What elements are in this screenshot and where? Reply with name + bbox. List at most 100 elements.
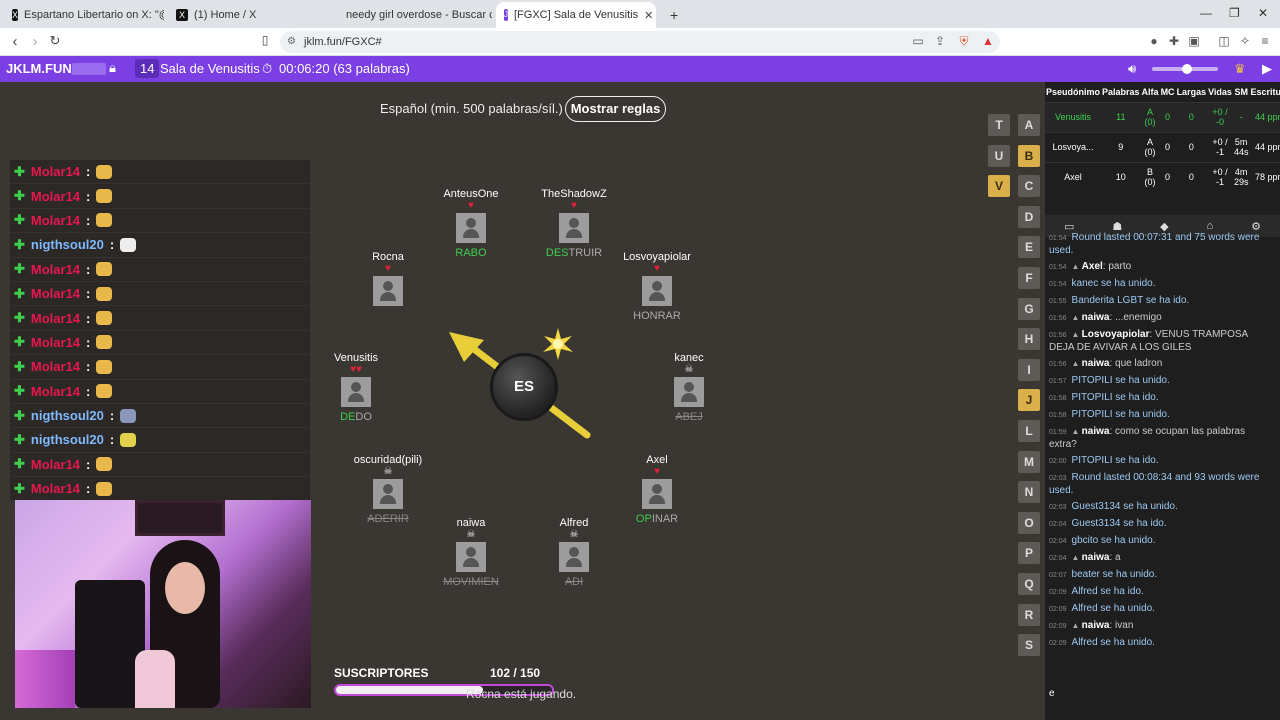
chat-username[interactable]: Molar14 — [31, 213, 80, 228]
table-cell: Venusitis — [1045, 101, 1102, 132]
avatar[interactable] — [642, 276, 672, 306]
message-text: ...enemigo — [1115, 312, 1162, 323]
word-suffix: DO — [355, 411, 372, 423]
chat-username[interactable]: Molar14 — [31, 311, 80, 326]
close-icon[interactable]: ✕ — [644, 9, 653, 22]
message-time: 02:03 — [1049, 475, 1067, 482]
avatar[interactable] — [559, 213, 589, 243]
emote-icon — [96, 359, 113, 374]
message-time: 02:07 — [1049, 572, 1067, 579]
chat-username[interactable]: Molar14 — [31, 286, 80, 301]
user-icon: ▲ — [1071, 313, 1082, 322]
avatar[interactable] — [642, 479, 672, 509]
plus-icon: ✚ — [14, 212, 25, 228]
message-user[interactable]: naiwa — [1082, 426, 1110, 437]
show-rules-button[interactable]: Mostrar reglas — [565, 96, 666, 122]
message-text: PITOPILI se ha ido. — [1071, 392, 1159, 403]
message-user[interactable]: naiwa — [1082, 552, 1110, 563]
reload-icon[interactable]: ↻ — [46, 33, 64, 49]
crown-icon[interactable]: ♛ — [1234, 61, 1246, 77]
settings-tab-icon[interactable]: ⚙ — [1251, 220, 1261, 233]
wallet-icon[interactable]: ✧ — [1238, 34, 1252, 48]
table-cell: 0 — [1175, 101, 1208, 132]
chat-message: 02:04 Guest3134 se ha ido. — [1049, 518, 1274, 531]
chat-username[interactable]: nigthsoul20 — [31, 237, 104, 252]
chat-tab-icon[interactable]: ▭ — [1064, 220, 1074, 233]
puzzle-icon[interactable]: ✚ — [1167, 34, 1181, 48]
table-cell: 0 — [1159, 131, 1176, 162]
capture-icon[interactable]: ▣ — [1187, 34, 1201, 48]
avatar[interactable] — [456, 542, 486, 572]
table-cell: 4m 29s — [1232, 161, 1250, 192]
bonus-letter: C — [1018, 175, 1040, 198]
player-word: ADI — [564, 576, 584, 588]
sidebar-icon[interactable]: ◫ — [1217, 34, 1231, 48]
browser-tab-2[interactable]: X (1) Home / X — [168, 2, 328, 28]
message-user[interactable]: naiwa — [1082, 358, 1110, 369]
avatar[interactable] — [373, 479, 403, 509]
chat-username[interactable]: nigthsoul20 — [31, 408, 104, 423]
chat-username[interactable]: Molar14 — [31, 359, 80, 374]
browser-tab-1[interactable]: X Espartano Libertario on X: "@ladere... — [4, 2, 164, 28]
chat-username[interactable]: Molar14 — [31, 335, 80, 350]
volume-icon[interactable]: 🔊︎ — [1128, 61, 1136, 77]
window-close-icon[interactable]: ✕ — [1258, 6, 1268, 20]
menu-icon[interactable]: ≡ — [1258, 34, 1272, 48]
table-cell: A (0) — [1140, 101, 1160, 132]
chat-username[interactable]: Molar14 — [31, 384, 80, 399]
game-tab-icon[interactable]: ◆ — [1160, 220, 1168, 233]
heart-icon: ♥♥ — [350, 364, 362, 375]
new-tab-button[interactable]: + — [662, 2, 682, 28]
chat-username[interactable]: nigthsoul20 — [31, 432, 104, 447]
message-user[interactable]: naiwa — [1082, 620, 1110, 631]
avatar[interactable] — [341, 377, 371, 407]
bonus-letter: H — [1018, 328, 1040, 351]
extension-icon[interactable]: ● — [1147, 34, 1161, 48]
player-slot: oscuridad(pili) ☠ ADERIR — [328, 454, 448, 526]
browser-tab-strip: X Espartano Libertario on X: "@ladere...… — [0, 0, 1280, 28]
collapse-arrow-icon[interactable]: ▶ — [1262, 61, 1272, 77]
chat-message: 02:04 ▲ naiwa: a — [1049, 552, 1274, 565]
avatar[interactable] — [456, 213, 486, 243]
browser-tab-active[interactable]: J [FGXC] Sala de Venusitis ✕ — [496, 2, 656, 28]
avatar[interactable] — [373, 276, 403, 306]
address-bar[interactable]: ⚙ jklm.fun/FGXC# — [280, 31, 1000, 53]
message-text: PITOPILI se ha ido. — [1071, 455, 1159, 466]
table-cell: +0 / -0 — [1207, 101, 1233, 132]
rewards-icon[interactable]: ▲ — [981, 34, 995, 48]
message-time: 02:03 — [1049, 504, 1067, 511]
chat-username[interactable]: Molar14 — [31, 164, 80, 179]
table-cell: 0 — [1175, 131, 1208, 162]
message-time: 02:09 — [1049, 623, 1067, 630]
avatar[interactable] — [559, 542, 589, 572]
cast-icon[interactable]: ▭ — [911, 34, 925, 48]
volume-slider-thumb[interactable] — [1182, 64, 1192, 74]
avatar[interactable] — [674, 377, 704, 407]
minimize-icon[interactable]: — — [1200, 6, 1212, 20]
message-user[interactable]: Axel — [1082, 261, 1103, 272]
browser-tab-3[interactable]: needy girl overdose - Buscar con Goo... — [332, 2, 492, 28]
chat-message: 01:56 ▲ Losvoyapiolar: VENUS TRAMPOSA DEJ… — [1049, 329, 1274, 354]
chat-username[interactable]: Molar14 — [31, 189, 80, 204]
site-name[interactable]: JKLM.FUN/ — [6, 61, 75, 76]
bookmark-icon[interactable]: ▯ — [256, 33, 274, 47]
word-prefix: DES — [545, 247, 569, 259]
room-tab-icon[interactable]: ⌂ — [1207, 220, 1214, 232]
brave-shield-icon[interactable]: ⛨ — [957, 34, 971, 48]
chat-username[interactable]: Molar14 — [31, 457, 80, 472]
jklm-icon: J — [504, 9, 508, 21]
message-user[interactable]: Losvoyapiolar — [1082, 329, 1150, 340]
site-info-icon[interactable]: ⚙ — [287, 31, 296, 53]
message-time: 01:59 — [1049, 429, 1067, 436]
table-row: Losvoya...9A (0)00+0 / -15m 44s44 ppm — [1045, 131, 1280, 162]
chat-input[interactable]: e — [1049, 688, 1274, 704]
players-tab-icon[interactable]: ☗ — [1112, 220, 1122, 233]
forward-icon[interactable]: › — [26, 33, 44, 50]
back-icon[interactable]: ‹ — [6, 33, 24, 50]
message-user[interactable]: naiwa — [1082, 312, 1110, 323]
share-icon[interactable]: ⇪ — [933, 34, 947, 48]
restore-icon[interactable]: ❐ — [1229, 6, 1240, 20]
x-logo-icon: X — [176, 9, 188, 21]
chat-username[interactable]: Molar14 — [31, 481, 80, 496]
chat-username[interactable]: Molar14 — [31, 262, 80, 277]
